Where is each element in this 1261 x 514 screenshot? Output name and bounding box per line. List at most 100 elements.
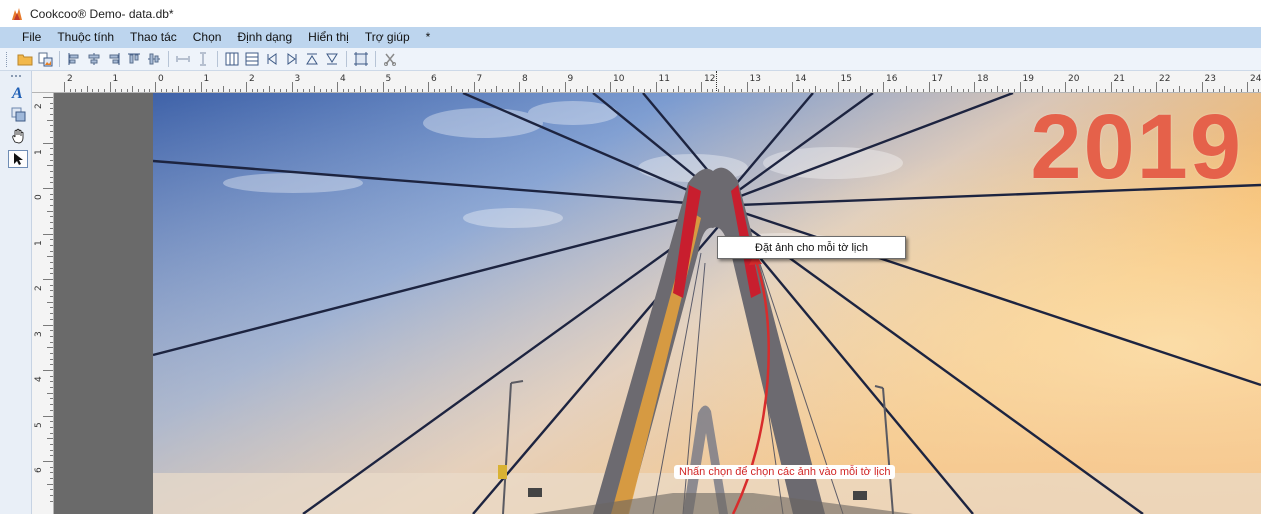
ruler-minor-tick <box>50 381 53 383</box>
menu-actions[interactable]: Thao tác <box>122 27 185 48</box>
ruler-minor-tick <box>922 89 924 92</box>
align-middle-icon[interactable] <box>145 50 163 68</box>
ruler-major-tick <box>43 461 53 462</box>
ruler-minor-tick <box>132 86 134 92</box>
instruction-note: Nhấn chọn để chọn các ảnh vào mỗi tờ lịc… <box>674 465 896 479</box>
bottom-icon[interactable] <box>323 50 341 68</box>
crop-icon[interactable] <box>352 50 370 68</box>
ruler-minor-tick <box>50 449 53 451</box>
ruler-label: 6 <box>431 74 437 84</box>
add-photo-icon[interactable] <box>36 50 54 68</box>
app-logo-icon <box>12 7 22 20</box>
ruler-minor-tick <box>47 483 53 485</box>
ruler-minor-tick <box>1161 89 1163 92</box>
text-tool-icon[interactable]: A <box>8 83 28 101</box>
space-vertical-icon[interactable] <box>194 50 212 68</box>
ruler-minor-tick <box>809 89 811 92</box>
align-center-icon[interactable] <box>85 50 103 68</box>
ruler-major-tick <box>382 82 384 92</box>
top-icon[interactable] <box>303 50 321 68</box>
ruler-minor-tick <box>50 432 53 434</box>
ruler-minor-tick <box>120 89 122 92</box>
ruler-minor-tick <box>723 86 725 92</box>
column-layout-icon[interactable] <box>223 50 241 68</box>
align-top-icon[interactable] <box>125 50 143 68</box>
ruler-minor-tick <box>50 216 53 218</box>
ruler-minor-tick <box>234 89 236 92</box>
ruler-minor-tick <box>1144 89 1146 92</box>
ruler-minor-tick <box>1224 86 1226 92</box>
ruler-minor-tick <box>47 392 53 394</box>
ruler-major-tick <box>246 82 247 92</box>
work-area[interactable]: 2019 <box>54 93 1261 514</box>
ruler-minor-tick <box>50 375 53 377</box>
ruler-major-tick <box>928 82 930 92</box>
ruler-major-tick <box>837 82 839 92</box>
ruler-minor-tick <box>50 341 53 343</box>
ruler-minor-tick <box>900 89 902 92</box>
pointer-tool-icon[interactable] <box>8 150 28 168</box>
toolbar-grip[interactable] <box>6 51 9 67</box>
menu-help[interactable]: Trợ giúp <box>357 27 418 48</box>
ruler-minor-tick <box>50 182 53 184</box>
ruler-major-tick <box>974 82 975 92</box>
menu-bar: File Thuộc tính Thao tác Chọn Định dạng … <box>0 27 1261 48</box>
ruler-minor-tick <box>50 159 53 161</box>
first-page-icon[interactable] <box>263 50 281 68</box>
ruler-minor-tick <box>905 86 907 92</box>
menu-extra[interactable]: * <box>418 27 439 48</box>
ruler-minor-tick <box>50 290 53 292</box>
ruler-label: 4 <box>340 74 346 84</box>
calendar-page[interactable]: 2019 <box>153 93 1261 514</box>
ruler-minor-tick <box>47 347 53 349</box>
ruler-minor-tick <box>50 153 53 155</box>
ruler-minor-tick <box>752 89 754 92</box>
ruler-minor-tick <box>50 176 53 178</box>
ruler-minor-tick <box>50 500 53 502</box>
ruler-minor-tick <box>50 318 53 320</box>
row-layout-icon[interactable] <box>243 50 261 68</box>
cut-icon[interactable] <box>381 50 399 68</box>
open-folder-icon[interactable] <box>16 50 34 68</box>
ruler-minor-tick <box>888 89 890 92</box>
menu-properties[interactable]: Thuộc tính <box>49 27 122 48</box>
last-page-icon[interactable] <box>283 50 301 68</box>
ruler-label: 20 <box>1068 74 1080 84</box>
ruler-major-tick <box>1201 82 1203 92</box>
ruler-minor-tick <box>1042 86 1044 92</box>
tool-strip-grip[interactable] <box>11 75 21 77</box>
ruler-minor-tick <box>1059 89 1061 92</box>
ruler-minor-tick <box>536 89 538 92</box>
ruler-minor-tick <box>632 86 634 92</box>
align-right-icon[interactable] <box>105 50 123 68</box>
ruler-minor-tick <box>1241 89 1243 92</box>
ruler-minor-tick <box>50 409 53 411</box>
ruler-major-tick <box>43 233 53 235</box>
ruler-minor-tick <box>831 89 833 92</box>
ruler-minor-tick <box>894 89 896 92</box>
menu-view[interactable]: Hiển thị <box>300 27 357 48</box>
ruler-minor-tick <box>871 89 873 92</box>
menu-format[interactable]: Định dạng <box>229 27 300 48</box>
ruler-minor-tick <box>50 352 53 354</box>
ruler-minor-tick <box>50 244 53 246</box>
shape-tool-icon[interactable] <box>8 105 28 123</box>
ruler-minor-tick <box>462 89 464 92</box>
ruler-label: 0 <box>158 74 164 84</box>
align-left-icon[interactable] <box>65 50 83 68</box>
ruler-minor-tick <box>1116 89 1118 92</box>
ruler-major-tick <box>43 324 53 326</box>
ruler-minor-tick <box>1127 89 1129 92</box>
ruler-minor-tick <box>1258 89 1260 92</box>
menu-select[interactable]: Chọn <box>185 27 230 48</box>
ruler-major-tick <box>519 82 520 92</box>
space-horizontal-icon[interactable] <box>174 50 192 68</box>
menu-file[interactable]: File <box>14 27 49 48</box>
ruler-minor-tick <box>433 89 435 92</box>
hand-tool-icon[interactable] <box>8 127 28 145</box>
ruler-minor-tick <box>388 89 390 92</box>
ruler-minor-tick <box>50 261 53 263</box>
ruler-minor-tick <box>865 89 867 92</box>
ruler-label: 21 <box>1113 74 1125 84</box>
ruler-label: 16 <box>886 74 898 84</box>
